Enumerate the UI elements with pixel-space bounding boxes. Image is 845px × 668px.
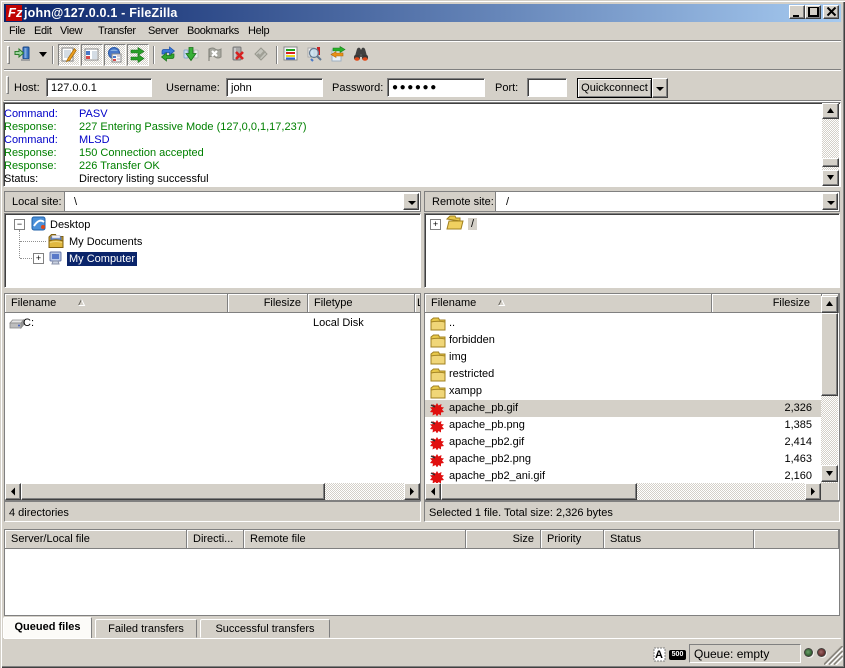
svg-text:A: A <box>655 649 663 661</box>
